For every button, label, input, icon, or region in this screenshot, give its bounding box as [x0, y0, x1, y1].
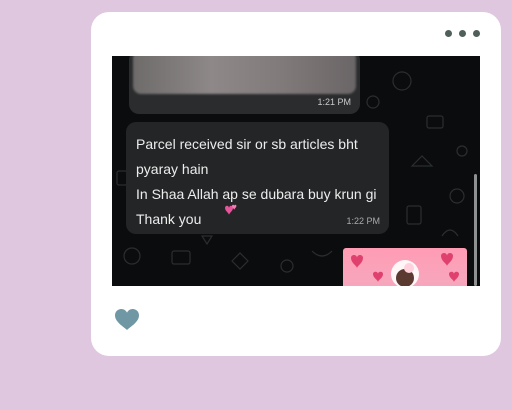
- heart-icon[interactable]: [114, 308, 140, 331]
- text-message-bubble[interactable]: Parcel received sir or sb articles bht p…: [126, 122, 389, 234]
- post-card: 1:21 PM Parcel received sir or sb articl…: [91, 12, 501, 356]
- menu-dot: [473, 30, 480, 37]
- two-hearts-emoji-icon: [225, 204, 237, 215]
- menu-dot: [445, 30, 452, 37]
- chat-screenshot: 1:21 PM Parcel received sir or sb articl…: [112, 56, 480, 286]
- image-thumbnail[interactable]: [343, 248, 467, 286]
- message-time: 1:21 PM: [317, 97, 351, 107]
- image-message-bubble[interactable]: 1:21 PM: [129, 56, 360, 114]
- message-time: 1:22 PM: [346, 216, 380, 226]
- menu-dot: [459, 30, 466, 37]
- thumbnail-picture: [351, 253, 459, 286]
- more-options-icon[interactable]: [445, 30, 480, 37]
- blurred-image: [133, 56, 356, 94]
- scrollbar[interactable]: [474, 174, 477, 286]
- message-line: In Shaa Allah ap se dubara buy krun gi: [136, 186, 377, 202]
- message-line: Thank you: [136, 211, 202, 227]
- message-line: Parcel received sir or sb articles bht: [136, 136, 358, 152]
- message-line: pyaray hain: [136, 161, 209, 177]
